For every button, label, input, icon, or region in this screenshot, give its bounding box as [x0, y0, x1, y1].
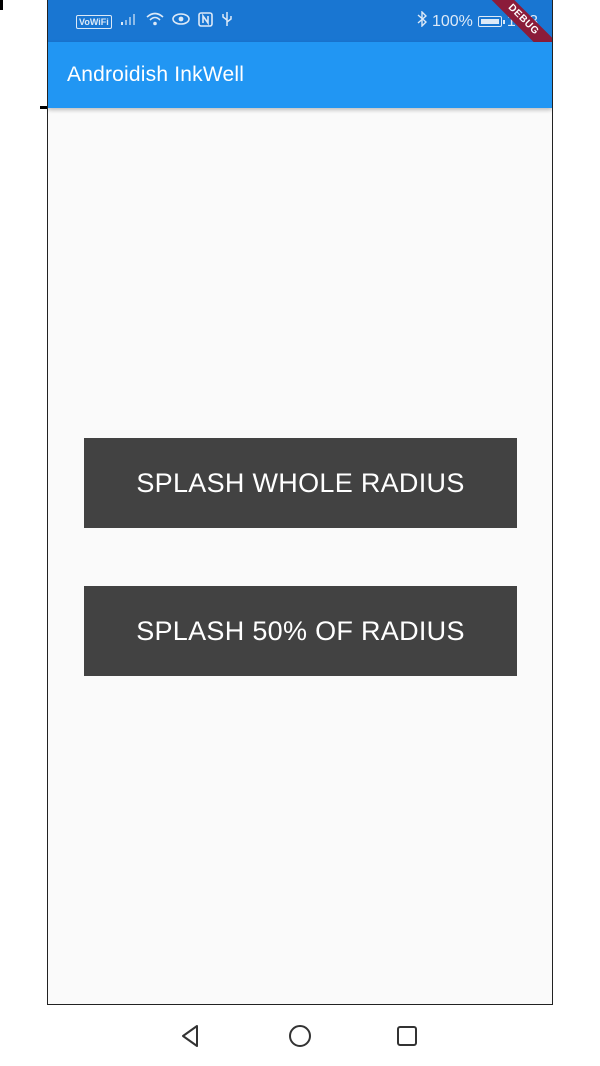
- vowifi-icon: VoWiFi: [76, 14, 112, 29]
- page: VoWiFi 100% DEBUG Androidish InkWell SPL…: [0, 0, 600, 1066]
- back-icon[interactable]: [177, 1022, 205, 1050]
- recent-apps-icon[interactable]: [393, 1022, 421, 1050]
- home-icon[interactable]: [286, 1022, 314, 1050]
- phone-screen: VoWiFi 100% DEBUG Androidish InkWell SPL…: [47, 0, 553, 1005]
- status-bar: VoWiFi 100% DEBUG: [48, 0, 552, 65]
- bluetooth-icon: [417, 10, 427, 32]
- edge-mark: [0, 0, 3, 10]
- app-title: Androidish InkWell: [67, 63, 245, 86]
- signal-icon: [120, 12, 138, 31]
- navigation-bar: [47, 1006, 553, 1066]
- wifi-icon: [146, 12, 164, 31]
- app-bar: Androidish InkWell: [48, 42, 552, 108]
- battery-percent: 100%: [431, 12, 473, 30]
- usb-icon: [221, 11, 233, 32]
- battery-icon: [477, 16, 505, 27]
- nfc-icon: [197, 11, 213, 32]
- splash-whole-radius-button[interactable]: SPLASH WHOLE RADIUS: [84, 438, 517, 528]
- splash-half-radius-button[interactable]: SPLASH 50% OF RADIUS: [84, 586, 517, 676]
- status-icons-left: VoWiFi: [76, 11, 233, 32]
- eye-icon: [171, 12, 190, 31]
